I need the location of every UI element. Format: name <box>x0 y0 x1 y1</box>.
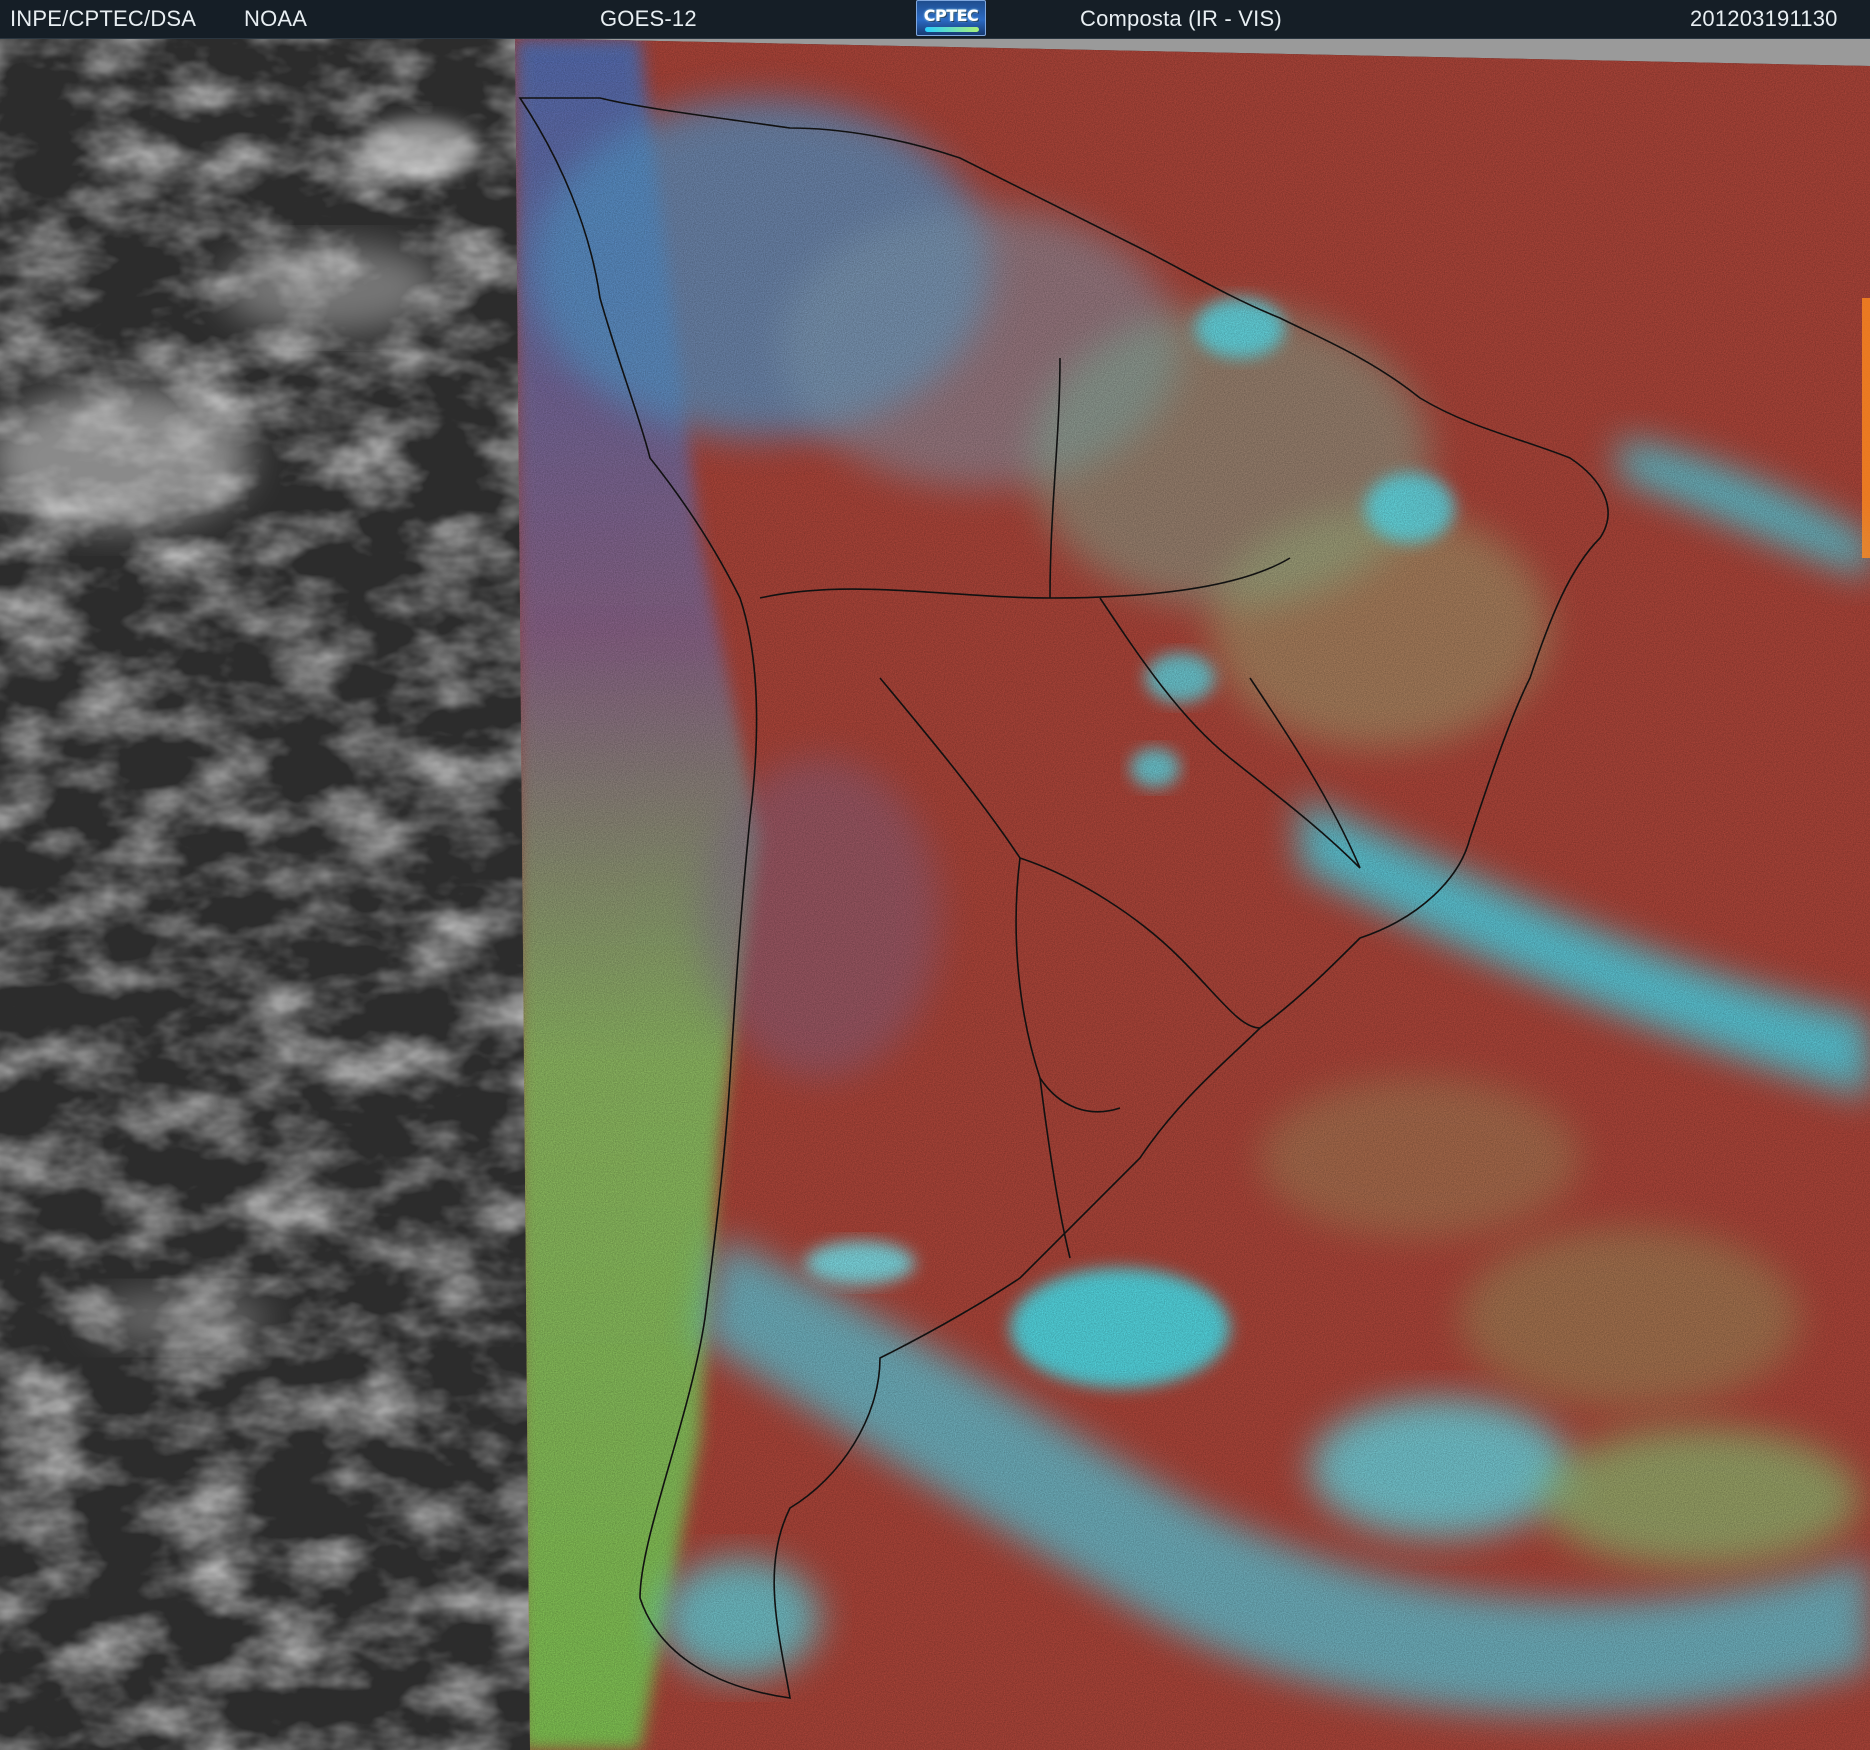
satellite-label: GOES-12 <box>600 6 697 31</box>
org-label: INPE/CPTEC/DSA <box>10 6 197 31</box>
composite-region <box>515 38 1870 1750</box>
satellite-composite-image <box>0 38 1870 1750</box>
edge-artifact <box>1862 298 1870 558</box>
timestamp-label: 201203191130 <box>1690 6 1838 31</box>
logo-text: CPTEC <box>923 6 979 25</box>
agency-label: NOAA <box>244 6 308 31</box>
product-label: Composta (IR - VIS) <box>1080 6 1282 31</box>
header-bar: INPE/CPTEC/DSA NOAA GOES-12 CPTEC Compos… <box>0 0 1870 39</box>
logo-swoosh <box>925 27 979 32</box>
cptec-logo: CPTEC <box>916 0 986 36</box>
